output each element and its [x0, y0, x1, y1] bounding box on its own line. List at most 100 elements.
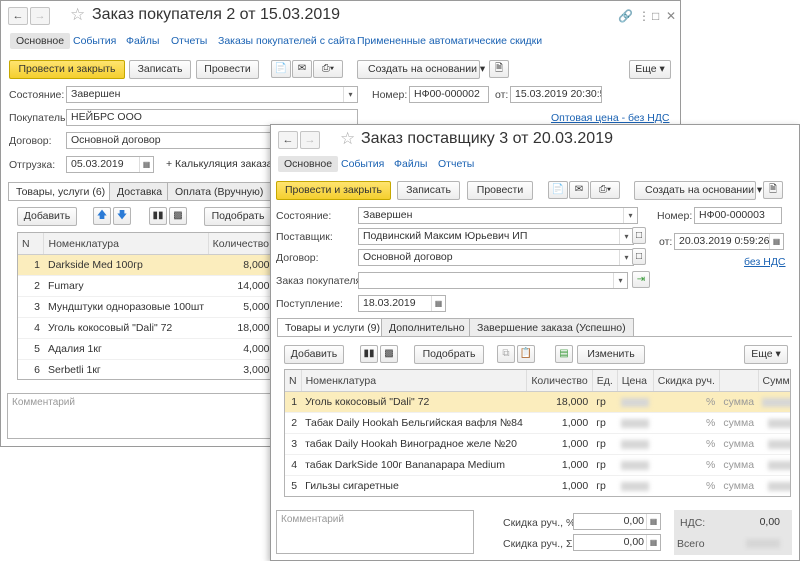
table-row[interactable]: 4 табак DarkSide 100г Bananapapa Medium …	[285, 454, 790, 476]
table-row[interactable]: 5 Адалия 1кг 4,000	[18, 338, 274, 360]
tab-files[interactable]: Файлы	[126, 35, 159, 47]
col-nomenclature[interactable]: Номенклатура	[301, 370, 528, 392]
date-field[interactable]: 20.03.2019 0:59:26 ▦	[674, 233, 784, 250]
barcode-icon[interactable]: ▮▮	[360, 345, 378, 363]
barcode-icon[interactable]: ▮▮	[149, 207, 167, 225]
menu-dots-icon[interactable]: ⋮	[638, 9, 650, 23]
print-icon[interactable]: ⎙▾	[313, 60, 343, 78]
scanner-icon[interactable]: ▩	[380, 345, 398, 363]
discount-sum-field[interactable]: 0,00 ▦	[573, 534, 661, 551]
structure-icon[interactable]: 📄	[548, 181, 568, 199]
date-field[interactable]: 15.03.2019 20:30:59	[510, 86, 602, 103]
back-icon[interactable]: ←	[8, 7, 28, 25]
add-row-button[interactable]: Добавить	[17, 207, 77, 226]
forward-icon[interactable]: →	[30, 7, 50, 25]
post-and-close-button[interactable]: Провести и закрыть	[9, 60, 125, 79]
post-button[interactable]: Провести	[196, 60, 259, 79]
col-quantity[interactable]: Количество	[526, 370, 593, 392]
favorite-star-icon[interactable]: ☆	[340, 130, 355, 148]
subtab-goods[interactable]: Товары и услуги (9)	[277, 318, 389, 337]
tab-reports[interactable]: Отчеты	[438, 158, 474, 170]
col-nomenclature[interactable]: Номенклатура	[43, 233, 209, 255]
shipment-date-field[interactable]: 05.03.2019 ▦	[66, 156, 154, 173]
table-row[interactable]: 3 Мундштуки одноразовые 100шт 5,000	[18, 296, 274, 318]
col-quantity[interactable]: Количество	[208, 233, 274, 255]
save-button[interactable]: Записать	[129, 60, 191, 79]
save-button[interactable]: Записать	[397, 181, 460, 200]
subtab-payment[interactable]: Оплата (Вручную)	[167, 182, 272, 200]
copy-icon[interactable]: ⧉	[497, 345, 515, 363]
subtab-order-completion[interactable]: Завершение заказа (Успешно)	[469, 318, 634, 336]
scanner-icon[interactable]: ▩	[169, 207, 187, 225]
table-row[interactable]: 1 Darkside Med 100гр 8,000	[18, 254, 274, 276]
mail-icon[interactable]: ✉	[292, 60, 312, 78]
forward-icon[interactable]: →	[300, 131, 320, 149]
pick-button[interactable]: Подобрать	[204, 207, 272, 226]
create-based-on-button[interactable]: Создать на основании ▾	[357, 60, 485, 79]
open-icon[interactable]: □	[632, 248, 646, 265]
post-button[interactable]: Провести	[467, 181, 533, 200]
structure-icon[interactable]: 📄	[271, 60, 291, 78]
contract-field[interactable]: Основной договор	[66, 132, 276, 149]
col-price[interactable]: Цена	[617, 370, 654, 392]
tab-auto-discounts[interactable]: Примененные автоматические скидки	[357, 35, 542, 47]
discount-percent-field[interactable]: 0,00 ▦	[573, 513, 661, 530]
open-icon[interactable]: □	[632, 227, 646, 244]
tab-events[interactable]: События	[73, 35, 116, 47]
print-icon[interactable]: ⎙▾	[590, 181, 620, 199]
dropdown-icon[interactable]: ▾	[343, 87, 357, 102]
comment-field[interactable]: Комментарий	[7, 393, 271, 439]
tab-events[interactable]: События	[341, 158, 384, 170]
back-icon[interactable]: ←	[278, 131, 298, 149]
create-based-on-button[interactable]: Создать на основании ▾	[634, 181, 762, 200]
move-down-icon[interactable]: 🡇	[113, 207, 131, 225]
tab-files[interactable]: Файлы	[394, 158, 427, 170]
subtab-goods[interactable]: Товары, услуги (6)	[8, 182, 114, 201]
report-icon[interactable]: 🗎	[489, 60, 509, 78]
table-row[interactable]: 2 Fumary 14,000	[18, 275, 274, 297]
tab-reports[interactable]: Отчеты	[171, 35, 207, 47]
number-field[interactable]: НФ00-000002	[409, 86, 489, 103]
calendar-icon[interactable]: ▦	[769, 234, 783, 249]
col-sum[interactable]: Сумма	[758, 370, 790, 392]
tab-main[interactable]: Основное	[10, 33, 71, 49]
table-row[interactable]: 2 Табак Daily Hookah Бельгийская вафля №…	[285, 412, 790, 434]
link-icon[interactable]: 🔗	[618, 9, 633, 23]
post-and-close-button[interactable]: Провести и закрыть	[276, 181, 391, 200]
close-icon[interactable]: ✕	[666, 9, 676, 23]
calendar-icon[interactable]: ▦	[431, 296, 445, 311]
mail-icon[interactable]: ✉	[569, 181, 589, 199]
report-icon[interactable]: 🗎	[763, 181, 783, 199]
dropdown-icon[interactable]: ▾	[613, 273, 627, 288]
favorite-star-icon[interactable]: ☆	[70, 6, 85, 24]
tab-main[interactable]: Основное	[278, 156, 339, 172]
subtab-additional[interactable]: Дополнительно	[381, 318, 473, 336]
change-button[interactable]: Изменить	[577, 345, 645, 364]
table-row[interactable]: 4 Уголь кокосовый "Dali" 72 18,000	[18, 317, 274, 339]
table-icon[interactable]: ▤	[555, 345, 573, 363]
pick-button[interactable]: Подобрать	[414, 345, 484, 364]
calculator-icon[interactable]: ▦	[646, 535, 660, 550]
vat-link[interactable]: без НДС	[744, 256, 786, 268]
receipt-date-field[interactable]: 18.03.2019 ▦	[358, 295, 446, 312]
col-unit[interactable]: Ед.	[592, 370, 618, 392]
paste-icon[interactable]: 📋	[517, 345, 535, 363]
tab-site-orders[interactable]: Заказы покупателей с сайта	[218, 35, 355, 47]
more-button[interactable]: Еще ▾	[629, 60, 671, 79]
col-discount-sum[interactable]	[719, 370, 759, 392]
calendar-icon[interactable]: ▦	[139, 157, 153, 172]
order-calculation-link[interactable]: + Калькуляция заказа	[166, 158, 272, 170]
contract-field[interactable]: Основной договор ▾	[358, 249, 634, 266]
table-row[interactable]: 1 Уголь кокосовый "Dali" 72 18,000 гр % …	[285, 391, 790, 413]
table-row[interactable]: 6 Serbetli 1кг 3,000	[18, 359, 274, 379]
fill-icon[interactable]: ⇥	[632, 271, 650, 288]
dropdown-icon[interactable]: ▾	[619, 229, 633, 244]
maximize-icon[interactable]: □	[652, 9, 659, 23]
price-type-link[interactable]: Оптовая цена - без НДС	[551, 112, 670, 124]
comment-field[interactable]: Комментарий	[276, 510, 474, 554]
buyer-order-field[interactable]: ▾	[358, 272, 628, 289]
col-discount[interactable]: Скидка руч.	[653, 370, 720, 392]
number-field[interactable]: НФ00-000003	[694, 207, 782, 224]
table-row[interactable]: 5 Гильзы сигаретные 1,000 гр % сумма	[285, 475, 790, 496]
table-row[interactable]: 3 табак Daily Hookah Виноградное желе №2…	[285, 433, 790, 455]
